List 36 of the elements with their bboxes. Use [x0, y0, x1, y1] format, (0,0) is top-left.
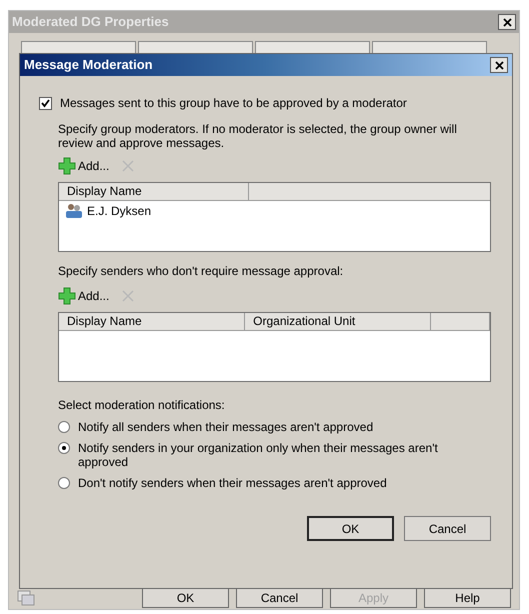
tab[interactable] — [138, 41, 253, 53]
close-icon — [502, 18, 512, 26]
list-item[interactable]: E.J. Dyksen — [87, 202, 152, 220]
close-button[interactable] — [498, 14, 516, 30]
plus-icon — [58, 157, 76, 175]
radio-label: Don't notify senders when their messages aren't approved — [78, 476, 388, 490]
user-icon — [65, 203, 83, 219]
radio-label: Notify senders in your organization only when their messages aren't approved — [78, 441, 439, 469]
list-view[interactable]: Display Name E.J. Dyksen — [58, 182, 491, 252]
radio-label: Notify all senders when their messages aren't approved — [78, 420, 374, 434]
window-button[interactable]: OK — [142, 587, 229, 608]
dialog-button[interactable]: OK — [307, 516, 394, 541]
column-header[interactable]: Display Name — [59, 313, 246, 330]
checkbox-label: Messages sent to this group have to be approved by a moderator — [60, 95, 407, 112]
window-button[interactable]: Cancel — [236, 587, 323, 608]
bypass-description: Specify senders who don't require message approval: — [58, 263, 344, 280]
radio-button[interactable] — [58, 477, 70, 489]
close-button[interactable] — [490, 57, 508, 73]
close-icon — [494, 60, 504, 70]
notifications-label: Select moderation notifications: — [58, 397, 226, 414]
column-header[interactable]: Organizational Unit — [245, 313, 432, 330]
moderators-description: Specify group moderators. If no moderator is selected, the group owner will review and approve messages. — [58, 122, 458, 150]
console-icon — [17, 590, 35, 606]
tab[interactable] — [21, 41, 136, 53]
window-title: Moderated DG Properties — [12, 13, 169, 32]
add-button[interactable]: Add... — [58, 287, 110, 305]
plus-icon — [58, 287, 76, 305]
checkbox[interactable] — [39, 96, 52, 110]
radio-button[interactable] — [58, 421, 70, 433]
tab[interactable] — [255, 41, 370, 53]
dialog-button[interactable]: Cancel — [404, 516, 491, 541]
dialog-title: Message Moderation — [24, 56, 153, 74]
list-view[interactable]: Display Name Organizational Unit — [58, 312, 491, 382]
radio-button[interactable] — [58, 442, 70, 454]
add-button[interactable]: Add... — [58, 157, 110, 175]
window-button[interactable]: Help — [424, 587, 511, 608]
